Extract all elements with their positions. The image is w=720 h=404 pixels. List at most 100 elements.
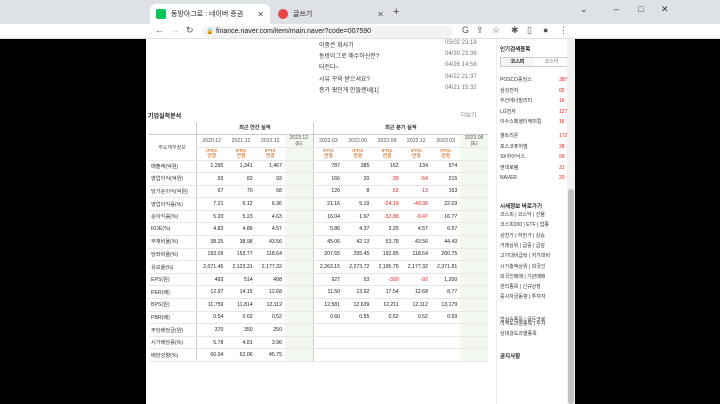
address-bar[interactable]: 🔒 finance.naver.com/item/main.naver?code… — [202, 26, 452, 38]
news-date: 05/02 23:18 — [445, 40, 477, 46]
extensions-icon[interactable]: ✱ — [511, 25, 519, 36]
popular-item[interactable]: LG전자 127 — [500, 108, 570, 117]
market-link-row[interactable]: 상대강도과열종목 — [500, 330, 570, 339]
browser-tab-write[interactable]: 글쓰기 ✕ — [272, 4, 390, 24]
forward-icon[interactable]: → — [170, 25, 179, 35]
news-title[interactable]: 동방이그로 매수하신분? — [319, 51, 379, 60]
popular-item[interactable]: SK하이닉스 99 — [500, 153, 570, 162]
close-tab-icon[interactable]: ✕ — [377, 10, 384, 19]
stock-name[interactable]: 현대로템 — [500, 164, 548, 173]
quarter-cell: 126 — [312, 185, 344, 199]
menu-icon[interactable]: ⋮ — [559, 25, 568, 36]
scrollbar-thumb[interactable] — [568, 189, 574, 404]
quarter-cell: 0.55 — [343, 311, 373, 325]
quarter-cell — [430, 323, 461, 337]
stock-name[interactable]: 두산에너빌리티 — [500, 97, 548, 106]
row-label: 시가배당률(%) — [148, 336, 197, 350]
market-link-row[interactable]: 이격도과열종목 | 투자 — [500, 320, 570, 329]
minimize-button[interactable]: – — [614, 4, 619, 14]
stock-name[interactable]: LG전자 — [500, 108, 548, 117]
close-tab-icon[interactable]: ✕ — [257, 10, 264, 19]
news-row[interactable]: 종가 뭣인게 만들렌네[1] 04/21 15:32 — [146, 85, 486, 95]
stock-name[interactable]: 포스코퓨처엠 — [500, 143, 548, 152]
quarter-cell: 12.68 — [401, 285, 431, 300]
quarter-year: 2022.12 — [401, 134, 431, 148]
popular-item[interactable]: 두산에너빌리티 16 — [500, 97, 570, 106]
table-row: 매출액(억원) 1,295 1,341 1,467 787 385 162 134 974 — [148, 160, 488, 174]
quarter-year: 2022.06 — [343, 134, 373, 148]
maximize-button[interactable]: □ — [638, 4, 643, 14]
new-tab-button[interactable]: + — [393, 6, 399, 18]
news-title[interactable]: 이중은 화사기 — [319, 40, 354, 49]
tab-kosdaq[interactable]: 코스닥 — [535, 58, 568, 66]
bookmark-star-icon[interactable]: ☆ — [492, 25, 500, 36]
quarter-cell: 12,112 — [401, 298, 431, 312]
stock-name[interactable]: SK하이닉스 — [500, 153, 548, 162]
stock-name[interactable]: NAVER — [500, 174, 548, 183]
popular-item[interactable]: POSCO홀딩스 387 — [500, 76, 570, 85]
annual-cell: 93 — [196, 172, 227, 186]
row-label: 유보율(%) — [148, 260, 197, 274]
tab-kospi[interactable]: 코스피 — [501, 58, 534, 66]
market-link-row[interactable]: 고가대비급락 | 저가대비 — [500, 252, 570, 261]
quarter-cell: -24.19 — [372, 197, 402, 211]
back-icon[interactable]: ← — [155, 25, 164, 35]
ifrs-label: IFRS 연결 — [343, 147, 373, 161]
news-row[interactable]: 터진다~ 04/26 14:58 — [146, 62, 486, 72]
market-link-row[interactable]: 관리종목 | 신규상장 — [500, 283, 570, 292]
annual-cell: 38.25 — [196, 235, 227, 249]
stock-price: 31 — [559, 164, 565, 171]
quarter-header: 최근 분기 실적 — [312, 122, 488, 135]
annual-cell: 4.57 — [255, 222, 285, 237]
more-link[interactable]: 더보기 — [461, 111, 476, 119]
tab-search-icon[interactable]: ⌄ — [580, 4, 588, 15]
quarter-cell: 12,211 — [372, 298, 402, 312]
stock-name[interactable]: POSCO홀딩스 — [500, 76, 548, 85]
close-window-button[interactable]: ✕ — [661, 4, 669, 15]
market-link-row[interactable]: 거래상위 | 급증 | 급감 — [500, 242, 570, 251]
quarter-cell: -390 — [372, 273, 402, 287]
market-link-row[interactable]: 코스피200 | ETF | 업종 — [500, 221, 570, 230]
quarter-cell — [401, 323, 431, 337]
news-title[interactable]: 종가 뭣인게 만들렌네[1] — [319, 85, 379, 94]
quarter-cell: 11.50 — [312, 285, 344, 300]
popular-item[interactable]: NAVER 20 — [500, 174, 570, 183]
annual-cell: 68 — [255, 185, 285, 199]
popular-item[interactable]: 이수스페셜티케미컬 16 — [500, 118, 570, 127]
quarter-cell: 0.60 — [312, 311, 344, 325]
profile-icon[interactable]: ● — [543, 25, 548, 35]
quarter-cell — [312, 336, 344, 350]
reload-icon[interactable]: ↻ — [186, 25, 194, 36]
table-row: 주당배당금(원) 370 350 250 — [148, 323, 488, 337]
share-icon[interactable]: ⇪ — [476, 25, 484, 36]
market-link-row[interactable]: 증시자금동향 | 투자자 — [500, 293, 570, 302]
quarter-cell — [430, 336, 461, 350]
popular-item[interactable]: 삼성전자 65 — [500, 87, 570, 96]
market-link-row[interactable]: 코스피 | 코스닥 | 선물 — [500, 211, 570, 220]
quarter-cell — [312, 348, 344, 362]
popular-item[interactable]: 셀트리온 172 — [500, 132, 570, 141]
market-link-row[interactable]: 상한가 | 하한가 | 상승 — [500, 232, 570, 241]
annual-cell: 2,177.32 — [255, 260, 285, 274]
news-row[interactable]: 동방이그로 매수하신분? 04/30 23:36 — [146, 51, 486, 61]
annual-cell: 1,341 — [226, 160, 256, 174]
market-link-row[interactable]: 시가총액상위 | 외국인 — [500, 263, 570, 272]
google-icon[interactable]: G — [462, 25, 469, 35]
browser-tab-naver[interactable]: 동방아그로 : 네이버 증권 ✕ — [150, 4, 270, 24]
table-row: 시가배당률(%) 5.78 4.81 3.96 — [148, 336, 488, 350]
news-row[interactable]: 이중은 화사기 05/02 23:18 — [146, 40, 486, 50]
stock-name[interactable]: 셀트리온 — [500, 132, 548, 141]
stock-name[interactable]: 삼성전자 — [500, 87, 548, 96]
scrollbar[interactable] — [567, 39, 575, 404]
popular-item[interactable]: 포스코퓨처엠 38 — [500, 143, 570, 152]
right-sidebar: 인기검색종목 코스피 코스닥 POSCO홀딩스 387 삼성전자 65 두산에너빌리티 1… — [496, 39, 570, 404]
market-link-row[interactable]: 외국인매매 | 기관매매 — [500, 273, 570, 282]
news-title[interactable]: 시유 꾸욱 받으셔요? — [319, 74, 370, 83]
news-row[interactable]: 시유 꾸욱 받으셔요? 04/22 21:37 — [146, 74, 486, 84]
sidepanel-icon[interactable]: ▯ — [527, 25, 532, 36]
popular-item[interactable]: 현대로템 31 — [500, 164, 570, 173]
annual-cell: 350 — [226, 323, 256, 337]
stock-name[interactable]: 이수스페셜티케미컬 — [500, 118, 548, 127]
news-title[interactable]: 터진다~ — [319, 62, 339, 71]
quarter-cell: 207.65 — [312, 248, 344, 262]
